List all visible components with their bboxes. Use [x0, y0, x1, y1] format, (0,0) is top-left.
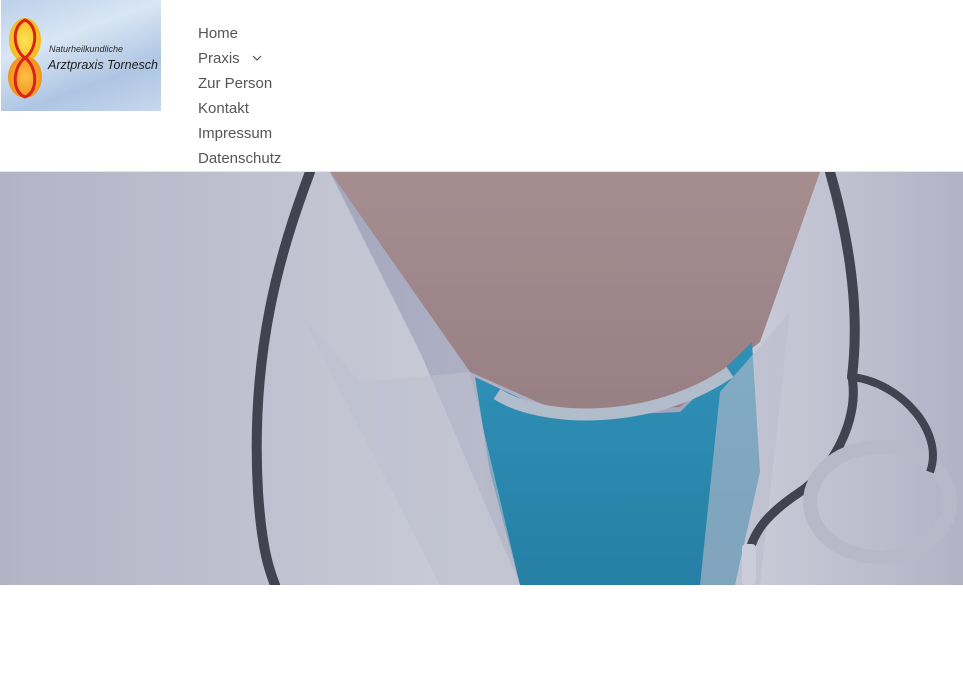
nav-item-impressum[interactable]: Impressum	[198, 121, 281, 146]
nav-item-zur-person[interactable]: Zur Person	[198, 71, 281, 96]
hero-tint-overlay	[0, 172, 963, 585]
nav-item-praxis[interactable]: Praxis	[198, 46, 281, 71]
logo-title: Arztpraxis Tornesch	[48, 58, 158, 72]
nav-item-kontakt[interactable]: Kontakt	[198, 96, 281, 121]
main-navigation: Home Praxis Zur Person Kontakt Impressum…	[198, 21, 281, 171]
infinity-logo-icon	[8, 18, 42, 99]
site-logo[interactable]: Naturheilkundliche Arztpraxis Tornesch	[1, 0, 161, 111]
hero-image	[0, 172, 963, 585]
chevron-down-icon[interactable]	[252, 55, 262, 61]
logo-subtitle: Naturheilkundliche	[49, 44, 124, 54]
nav-item-datenschutz[interactable]: Datenschutz	[198, 146, 281, 171]
nav-item-home[interactable]: Home	[198, 21, 281, 46]
site-header: Naturheilkundliche Arztpraxis Tornesch H…	[0, 0, 963, 172]
nav-item-praxis-label: Praxis	[198, 50, 240, 67]
